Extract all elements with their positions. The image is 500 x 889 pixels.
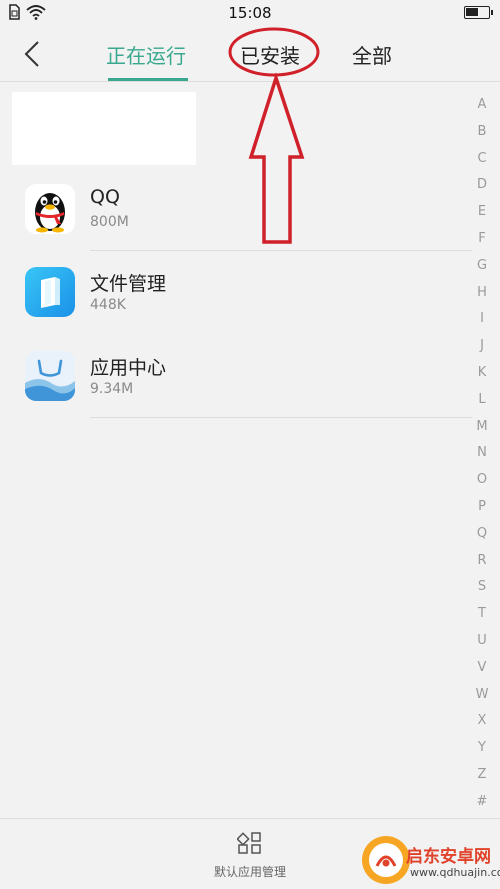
alphabet-letter[interactable]: E — [474, 199, 490, 226]
alphabet-letter[interactable]: L — [474, 387, 490, 414]
back-button[interactable] — [18, 38, 48, 70]
watermark-title: 启东安卓网 — [406, 847, 491, 867]
alphabet-index[interactable]: A B C D E F G H I J K L M N O P Q R S T U V W X Y Z # — [474, 92, 490, 816]
app-row-file-manager[interactable]: 文件管理 448K — [0, 267, 472, 351]
blank-panel — [12, 92, 196, 165]
watermark-url: www.qdhuajin.com — [410, 866, 500, 879]
tab-running[interactable]: 正在运行 — [106, 40, 186, 69]
alphabet-letter[interactable]: T — [474, 601, 490, 628]
app-size: 800M — [90, 214, 129, 230]
tab-installed[interactable]: 已安装 — [240, 40, 300, 69]
alphabet-letter[interactable]: G — [474, 253, 490, 280]
alphabet-letter[interactable]: P — [474, 494, 490, 521]
active-tab-indicator — [108, 78, 188, 81]
alphabet-letter[interactable]: D — [474, 172, 490, 199]
app-center-icon — [25, 351, 75, 401]
alphabet-letter[interactable]: Q — [474, 521, 490, 548]
alphabet-letter[interactable]: I — [474, 306, 490, 333]
alphabet-letter[interactable]: A — [474, 92, 490, 119]
divider — [90, 250, 472, 251]
status-bar: 15:08 — [0, 0, 500, 26]
app-row-app-center[interactable]: 应用中心 9.34M — [0, 351, 472, 435]
chevron-left-icon — [24, 41, 39, 67]
alphabet-letter[interactable]: # — [474, 789, 490, 816]
alphabet-letter[interactable]: S — [474, 574, 490, 601]
app-name: 应用中心 — [90, 357, 167, 379]
default-apps-button[interactable]: 默认应用管理 — [200, 831, 300, 880]
alphabet-letter[interactable]: X — [474, 708, 490, 735]
grid-apps-icon — [236, 832, 261, 854]
default-apps-label: 默认应用管理 — [213, 865, 286, 879]
battery-icon — [464, 6, 493, 19]
alphabet-letter[interactable]: M — [474, 414, 490, 441]
alphabet-letter[interactable]: J — [474, 333, 490, 360]
app-name: 文件管理 — [90, 273, 167, 295]
alphabet-letter[interactable]: F — [474, 226, 490, 253]
alphabet-letter[interactable]: O — [474, 467, 490, 494]
tab-all[interactable]: 全部 — [352, 40, 392, 69]
app-name: QQ — [90, 186, 120, 208]
alphabet-letter[interactable]: H — [474, 280, 490, 307]
alphabet-letter[interactable]: C — [474, 146, 490, 173]
alphabet-letter[interactable]: Z — [474, 762, 490, 789]
alphabet-letter[interactable]: W — [474, 682, 490, 709]
alphabet-letter[interactable]: Y — [474, 735, 490, 762]
qq-penguin-icon — [25, 184, 75, 234]
app-size: 9.34M — [90, 381, 134, 397]
alphabet-letter[interactable]: K — [474, 360, 490, 387]
divider — [90, 417, 472, 418]
alphabet-letter[interactable]: U — [474, 628, 490, 655]
alphabet-letter[interactable]: R — [474, 548, 490, 575]
file-manager-icon — [25, 267, 75, 317]
app-row-qq[interactable]: QQ 800M — [0, 184, 472, 268]
alphabet-letter[interactable]: B — [474, 119, 490, 146]
alphabet-letter[interactable]: V — [474, 655, 490, 682]
status-time: 15:08 — [228, 4, 272, 22]
alphabet-letter[interactable]: N — [474, 440, 490, 467]
tab-header: 正在运行 已安装 全部 — [0, 26, 500, 82]
app-size: 448K — [90, 297, 126, 313]
watermark-logo-icon — [362, 836, 410, 884]
watermark: 启东安卓网 www.qdhuajin.com — [362, 836, 500, 889]
